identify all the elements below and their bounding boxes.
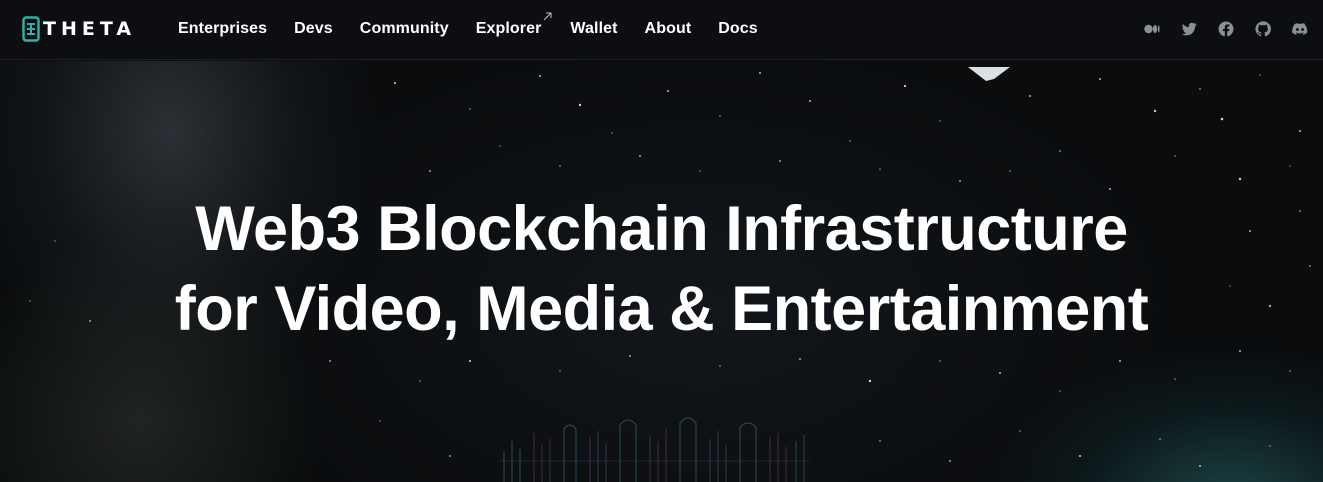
hero-section: Web3 Blockchain Infrastructure for Video… (0, 61, 1323, 482)
theta-logo[interactable]: THETA (22, 16, 136, 42)
social-links (1124, 19, 1309, 39)
nav-docs[interactable]: Docs (718, 20, 758, 38)
primary-nav: Enterprises Devs Community Explorer Wall… (178, 0, 785, 58)
discord-icon[interactable] (1291, 20, 1309, 38)
theta-logo-icon (22, 16, 40, 42)
hero-headline-line-1: Web3 Blockchain Infrastructure (195, 194, 1128, 264)
github-icon[interactable] (1254, 20, 1272, 38)
neon-cityscape-graphic (500, 417, 810, 482)
hero-headline: Web3 Blockchain Infrastructure for Video… (0, 189, 1323, 349)
nav-explorer[interactable]: Explorer (475, 12, 552, 38)
nav-about[interactable]: About (645, 20, 692, 38)
medium-icon[interactable] (1143, 20, 1161, 38)
nav-devs[interactable]: Devs (294, 20, 333, 38)
nav-wallet[interactable]: Wallet (570, 20, 617, 38)
nav-explorer-label: Explorer (475, 20, 542, 37)
nav-enterprises[interactable]: Enterprises (178, 20, 267, 38)
twitter-icon[interactable] (1180, 20, 1198, 38)
page: THETA Enterprises Devs Community Explore… (0, 0, 1323, 482)
external-link-icon (544, 12, 552, 21)
nav-community[interactable]: Community (360, 20, 449, 38)
logo-wordmark: THETA (43, 18, 137, 40)
top-navbar: THETA Enterprises Devs Community Explore… (0, 0, 1323, 60)
hero-headline-line-2: for Video, Media & Entertainment (174, 274, 1149, 344)
facebook-icon[interactable] (1217, 20, 1235, 38)
